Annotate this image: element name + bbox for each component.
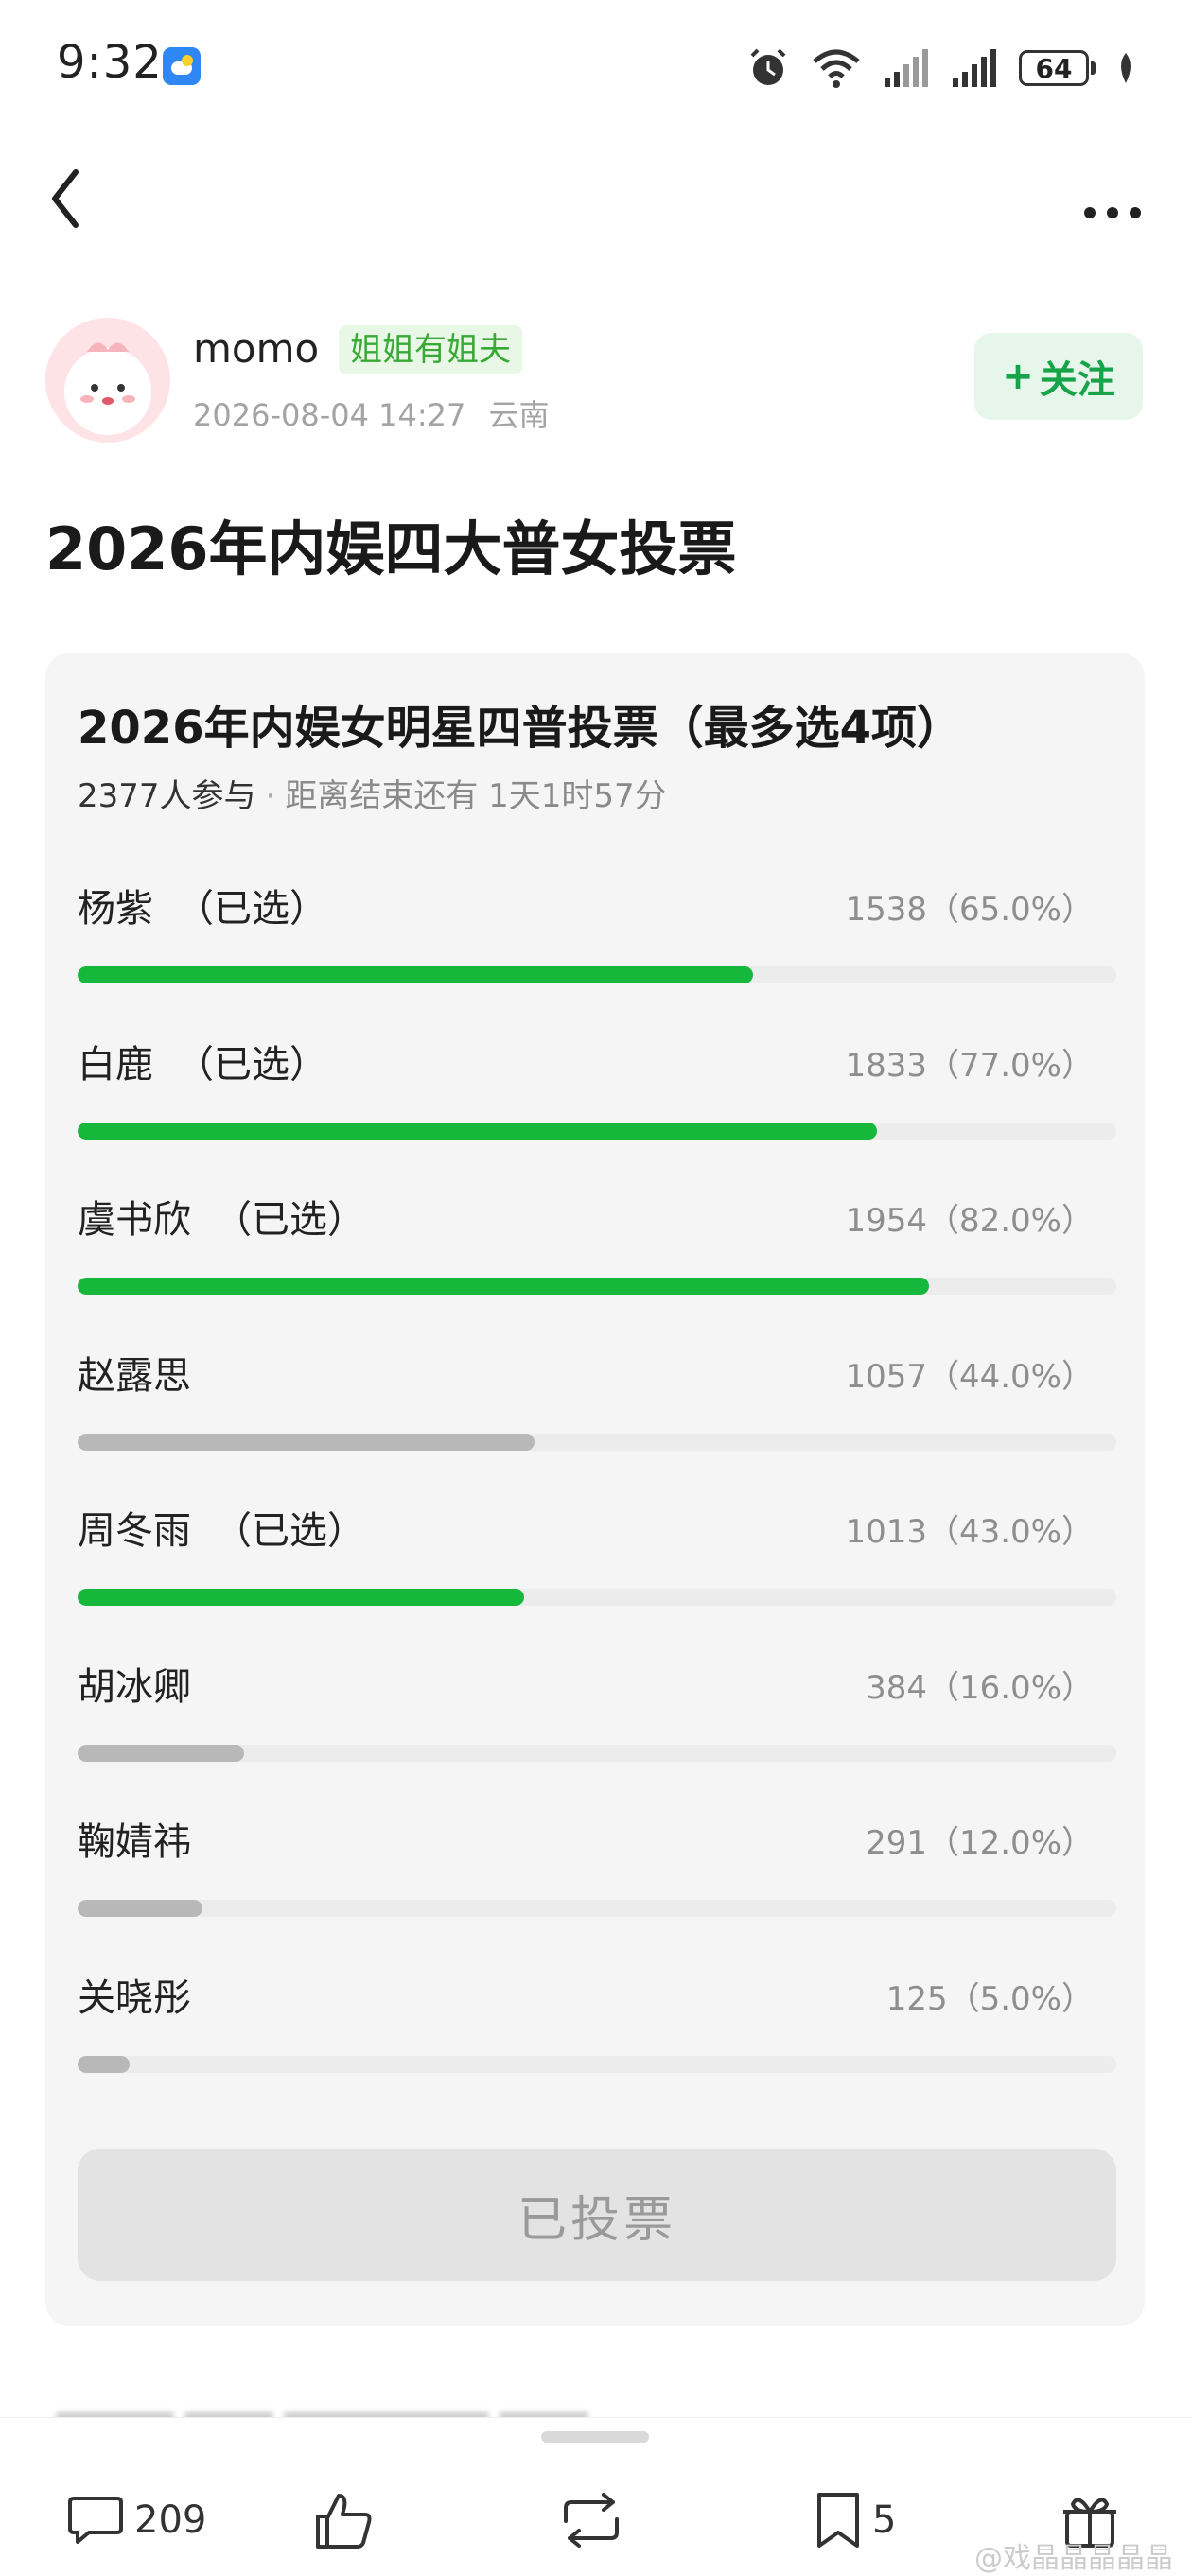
poll-option-count: 1538（65.0%） — [845, 891, 1094, 929]
poll-option-bar-fill — [78, 1900, 202, 1917]
comment-icon — [68, 2497, 123, 2544]
battery-level: 64 — [1019, 50, 1089, 86]
top-nav — [0, 142, 1192, 255]
comment-count: 209 — [134, 2498, 207, 2542]
poll-option-bar-track — [78, 2055, 1116, 2073]
poll-option: 关晓彤 125（5.0%） — [78, 1959, 1116, 2115]
poll-option-name: 虞书欣 — [78, 1198, 191, 1242]
wifi-icon — [813, 49, 860, 88]
poll-option-selected-tag: （已选） — [214, 1198, 365, 1242]
status-time: 9:32 — [57, 36, 163, 89]
poll-option-count: 1954（82.0%） — [845, 1202, 1094, 1240]
poll-option-label: 胡冰卿 — [78, 1656, 191, 1711]
poll-option-label: 赵露思 — [78, 1345, 191, 1400]
poll-option-name: 胡冰卿 — [78, 1664, 191, 1709]
poll-option-bar-fill — [78, 966, 753, 983]
poll-option-bar-track — [78, 1589, 1116, 1606]
poll-remaining: 距离结束还有 1天1时57分 — [285, 777, 667, 815]
poll-option-bar-track — [78, 1278, 1116, 1295]
poll-option-bar-track — [78, 1900, 1116, 1917]
poll-option-name: 鞠婧祎 — [78, 1820, 191, 1864]
poll-option-name: 关晓彤 — [78, 1976, 191, 2020]
repost-button[interactable] — [556, 2473, 626, 2567]
follow-button[interactable]: + 关注 — [974, 333, 1143, 420]
poll-option-label: 杨紫 （已选） — [78, 878, 327, 932]
poll-option-bar-fill — [78, 1278, 930, 1295]
alarm-icon — [750, 48, 786, 85]
leaf-icon — [1121, 53, 1131, 83]
battery-indicator: 64 — [1019, 50, 1096, 86]
poll-option-count: 1833（77.0%） — [845, 1046, 1094, 1085]
poll-option-label: 关晓彤 — [78, 1967, 191, 2022]
poll-option-bar-track — [78, 1433, 1116, 1451]
post-date: 2026-08-04 14:27 — [193, 397, 466, 433]
plus-icon: + — [1002, 355, 1034, 398]
more-icon[interactable] — [1069, 161, 1154, 236]
author-badge: 姐姐有姐夫 — [339, 325, 522, 374]
poll-option-selected-tag: （已选） — [176, 887, 327, 931]
poll-option-bar-track — [78, 1122, 1116, 1140]
poll-option-bar-fill — [78, 2055, 130, 2073]
poll-option-count: 1013（43.0%） — [845, 1513, 1094, 1551]
voted-button: 已投票 — [78, 2149, 1116, 2281]
follow-label: 关注 — [1039, 358, 1115, 402]
poll-option-count: 1057（44.0%） — [845, 1357, 1094, 1396]
signal-icon-2 — [953, 49, 996, 87]
bookmark-icon — [817, 2493, 859, 2548]
watermark: @戏晶晶晶晶晶 — [974, 2542, 1173, 2575]
poll-option-label: 周冬雨 （已选） — [78, 1500, 365, 1555]
drag-handle[interactable] — [541, 2431, 649, 2443]
comment-button[interactable]: 209 — [66, 2473, 206, 2567]
poll-option-name: 白鹿 — [78, 1042, 153, 1087]
post-meta: 2026-08-04 14:27 云南 — [193, 392, 550, 435]
poll-option: 鞠婧祎 291（12.0%） — [78, 1803, 1116, 1958]
poll-participants: 2377人参与 — [78, 777, 256, 815]
poll-option: 赵露思 1057（44.0%） — [78, 1337, 1116, 1492]
poll-option-bar-fill — [78, 1433, 535, 1451]
poll-title: 2026年内娱女明星四普投票（最多选4项） — [78, 702, 962, 755]
poll-option: 杨紫 （已选） 1538（65.0%） — [78, 870, 1116, 1025]
poll-option-count: 125（5.0%） — [885, 1979, 1094, 2018]
poll-option-name: 杨紫 — [78, 887, 153, 931]
poll-option-label: 虞书欣 （已选） — [78, 1189, 365, 1244]
poll-option-label: 白鹿 （已选） — [78, 1034, 327, 1088]
poll-option-bar-fill — [78, 1744, 244, 1762]
bookmark-count: 5 — [872, 2498, 897, 2542]
poll-option-count: 291（12.0%） — [866, 1824, 1094, 1862]
poll-option: 周冬雨 （已选） 1013（43.0%） — [78, 1492, 1116, 1647]
poll-option-selected-tag: （已选） — [176, 1042, 327, 1087]
poll-option-bar-fill — [78, 1589, 525, 1606]
signal-icon-1 — [885, 49, 928, 87]
post-location: 云南 — [488, 397, 550, 433]
poll-option-selected-tag: （已选） — [214, 1509, 365, 1553]
thumbs-up-icon — [316, 2494, 372, 2549]
avatar[interactable] — [45, 318, 170, 443]
repost-icon — [564, 2493, 619, 2548]
poll-summary: 2377人参与 · 距离结束还有 1天1时57分 — [78, 777, 667, 815]
poll-card: 2026年内娱女明星四普投票（最多选4项） 2377人参与 · 距离结束还有 1天1… — [45, 653, 1145, 2326]
poll-option-count: 384（16.0%） — [866, 1668, 1094, 1707]
weather-icon — [163, 47, 201, 85]
post-title: 2026年内娱四大普女投票 — [45, 514, 737, 583]
poll-option-bar-track — [78, 966, 1116, 983]
back-icon[interactable] — [38, 161, 114, 236]
bookmark-button[interactable]: 5 — [814, 2473, 896, 2567]
poll-option-label: 鞠婧祎 — [78, 1811, 191, 1866]
poll-option: 白鹿 （已选） 1833（77.0%） — [78, 1026, 1116, 1181]
poll-option-name: 赵露思 — [78, 1353, 191, 1398]
poll-option-name: 周冬雨 — [78, 1509, 191, 1553]
status-bar: 9:32 64 — [0, 0, 1192, 132]
poll-option: 虞书欣 （已选） 1954（82.0%） — [78, 1181, 1116, 1336]
avatar-illustration — [64, 342, 151, 435]
poll-option-bar-fill — [78, 1122, 878, 1140]
poll-option-bar-track — [78, 1744, 1116, 1762]
like-button[interactable] — [312, 2473, 375, 2567]
author-name[interactable]: momo — [193, 325, 319, 372]
poll-option: 胡冰卿 384（16.0%） — [78, 1648, 1116, 1803]
